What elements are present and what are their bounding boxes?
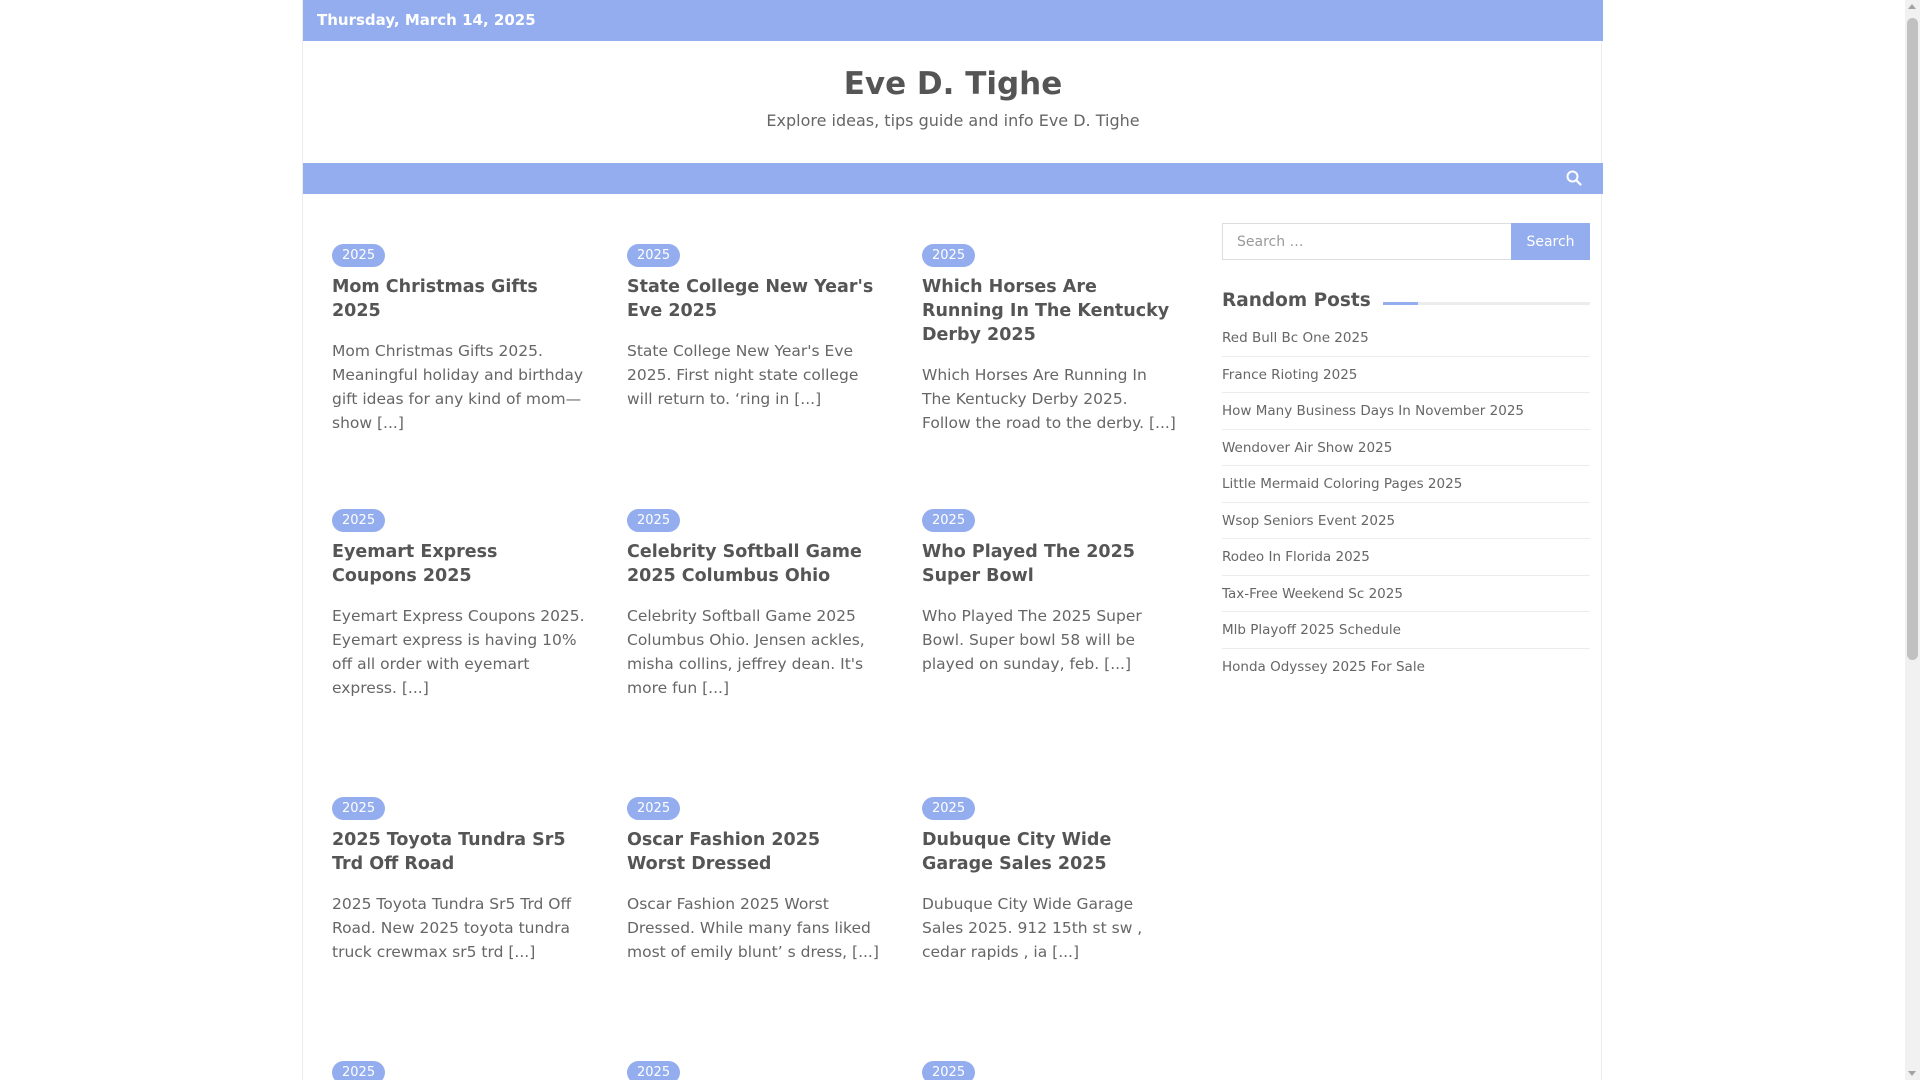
post-card: 2025 Mom Christmas Gifts 2025 Mom Christ… [332,244,586,435]
page-scrollbar[interactable] [1905,0,1920,1080]
read-more-link[interactable]: [...] [508,943,535,961]
post-title[interactable]: Oscar Fashion 2025 Worst Dressed [627,828,881,876]
category-badge[interactable]: 2025 [627,1061,681,1080]
read-more-link[interactable]: [...] [1104,655,1131,673]
scroll-down-arrow-icon[interactable] [1908,1071,1916,1076]
post-title[interactable]: Who Played The 2025 Super Bowl [922,540,1176,588]
category-badge[interactable]: 2025 [627,244,681,267]
excerpt-text: Mom Christmas Gifts 2025. Meaningful hol… [332,342,584,432]
post-title[interactable]: Mom Christmas Gifts 2025 [332,275,586,323]
post-excerpt: Oscar Fashion 2025 Worst Dressed. While … [627,892,881,964]
category-badge[interactable]: 2025 [627,509,681,532]
category-badge[interactable]: 2025 [922,1061,976,1080]
post-card: 2025 Oscar Fashion 2025 Worst Dressed Os… [627,797,881,964]
post-title[interactable]: Dubuque City Wide Garage Sales 2025 [922,828,1176,876]
random-post-link[interactable]: How Many Business Days In November 2025 [1222,393,1590,430]
random-post-link[interactable]: Mlb Playoff 2025 Schedule [1222,612,1590,649]
page-container: Thursday, March 14, 2025 Eve D. Tighe Ex… [302,0,1603,1080]
random-post-link[interactable]: Rodeo In Florida 2025 [1222,539,1590,576]
read-more-link[interactable]: [...] [1052,943,1079,961]
site-title[interactable]: Eve D. Tighe [303,66,1603,102]
random-post-link[interactable]: Tax-Free Weekend Sc 2025 [1222,576,1590,612]
search-input[interactable] [1222,223,1512,260]
current-date: Thursday, March 14, 2025 [317,11,536,29]
excerpt-text: Oscar Fashion 2025 Worst Dressed. While … [627,895,871,961]
post-title[interactable]: Which Horses Are Running In The Kentucky… [922,275,1176,347]
category-badge[interactable]: 2025 [332,509,386,532]
random-post-link[interactable]: France Rioting 2025 [1222,357,1590,393]
category-badge[interactable]: 2025 [922,509,976,532]
post-card: 2025 Eyemart Express Coupons 2025 Eyemar… [332,509,586,700]
read-more-link[interactable]: [...] [702,679,729,697]
post-excerpt: Which Horses Are Running In The Kentucky… [922,363,1176,435]
post-excerpt: Who Played The 2025 Super Bowl. Super bo… [922,604,1176,676]
post-title[interactable]: Celebrity Softball Game 2025 Columbus Oh… [627,540,881,588]
site-tagline: Explore ideas, tips guide and info Eve D… [766,111,1140,130]
search-button[interactable]: Search [1511,223,1590,260]
post-card: 2025 Who Played The 2025 Super Bowl Who … [922,509,1176,676]
read-more-link[interactable]: [...] [1149,414,1176,432]
category-badge[interactable]: 2025 [332,1061,386,1080]
post-card: 2025 State College New Year's Eve 2025 S… [627,244,881,411]
random-posts-header: Random Posts [1222,290,1590,314]
random-posts-title: Random Posts [1222,290,1383,311]
category-badge[interactable]: 2025 [332,244,386,267]
post-card: 2025 [922,1061,1176,1080]
search-form: Search [1222,223,1590,260]
read-more-link[interactable]: [...] [852,943,879,961]
random-post-link[interactable]: Red Bull Bc One 2025 [1222,320,1590,357]
sidebar: Search Random Posts Red Bull Bc One 2025… [1222,223,1590,685]
excerpt-text: State College New Year's Eve 2025. First… [627,342,859,408]
post-excerpt: Dubuque City Wide Garage Sales 2025. 912… [922,892,1176,964]
post-card: 2025 Which Horses Are Running In The Ken… [922,244,1176,435]
post-title[interactable]: State College New Year's Eve 2025 [627,275,881,323]
post-card: 2025 [627,1061,881,1080]
post-excerpt: 2025 Toyota Tundra Sr5 Trd Off Road. New… [332,892,586,964]
nav-bar [303,163,1603,194]
excerpt-text: 2025 Toyota Tundra Sr5 Trd Off Road. New… [332,895,572,961]
excerpt-text: Dubuque City Wide Garage Sales 2025. 912… [922,895,1143,961]
read-more-link[interactable]: [...] [402,679,429,697]
post-title[interactable]: Eyemart Express Coupons 2025 [332,540,586,588]
post-excerpt: Celebrity Softball Game 2025 Columbus Oh… [627,604,881,700]
post-excerpt: Eyemart Express Coupons 2025. Eyemart ex… [332,604,586,700]
search-icon[interactable] [1565,169,1583,187]
read-more-link[interactable]: [...] [377,414,404,432]
category-badge[interactable]: 2025 [922,244,976,267]
category-badge[interactable]: 2025 [627,797,681,820]
random-post-link[interactable]: Wsop Seniors Event 2025 [1222,503,1590,539]
random-post-link[interactable]: Wendover Air Show 2025 [1222,430,1590,466]
post-card: 2025 Dubuque City Wide Garage Sales 2025… [922,797,1176,964]
post-card: 2025 Celebrity Softball Game 2025 Columb… [627,509,881,700]
excerpt-text: Eyemart Express Coupons 2025. Eyemart ex… [332,607,585,697]
post-excerpt: State College New Year's Eve 2025. First… [627,339,881,411]
random-post-link[interactable]: Honda Odyssey 2025 For Sale [1222,649,1590,686]
category-badge[interactable]: 2025 [922,797,976,820]
post-card: 2025 2025 Toyota Tundra Sr5 Trd Off Road… [332,797,586,964]
post-excerpt: Mom Christmas Gifts 2025. Meaningful hol… [332,339,586,435]
scrollbar-thumb[interactable] [1907,18,1918,660]
top-bar: Thursday, March 14, 2025 [303,0,1603,41]
post-title[interactable]: 2025 Toyota Tundra Sr5 Trd Off Road [332,828,586,876]
excerpt-text: Which Horses Are Running In The Kentucky… [922,366,1147,432]
post-card: 2025 [332,1061,586,1080]
scroll-up-arrow-icon[interactable] [1908,4,1916,9]
read-more-link[interactable]: [...] [794,390,821,408]
excerpt-text: Celebrity Softball Game 2025 Columbus Oh… [627,607,865,697]
random-post-link[interactable]: Little Mermaid Coloring Pages 2025 [1222,466,1590,503]
category-badge[interactable]: 2025 [332,797,386,820]
random-posts-list: Red Bull Bc One 2025 France Rioting 2025… [1222,320,1590,685]
